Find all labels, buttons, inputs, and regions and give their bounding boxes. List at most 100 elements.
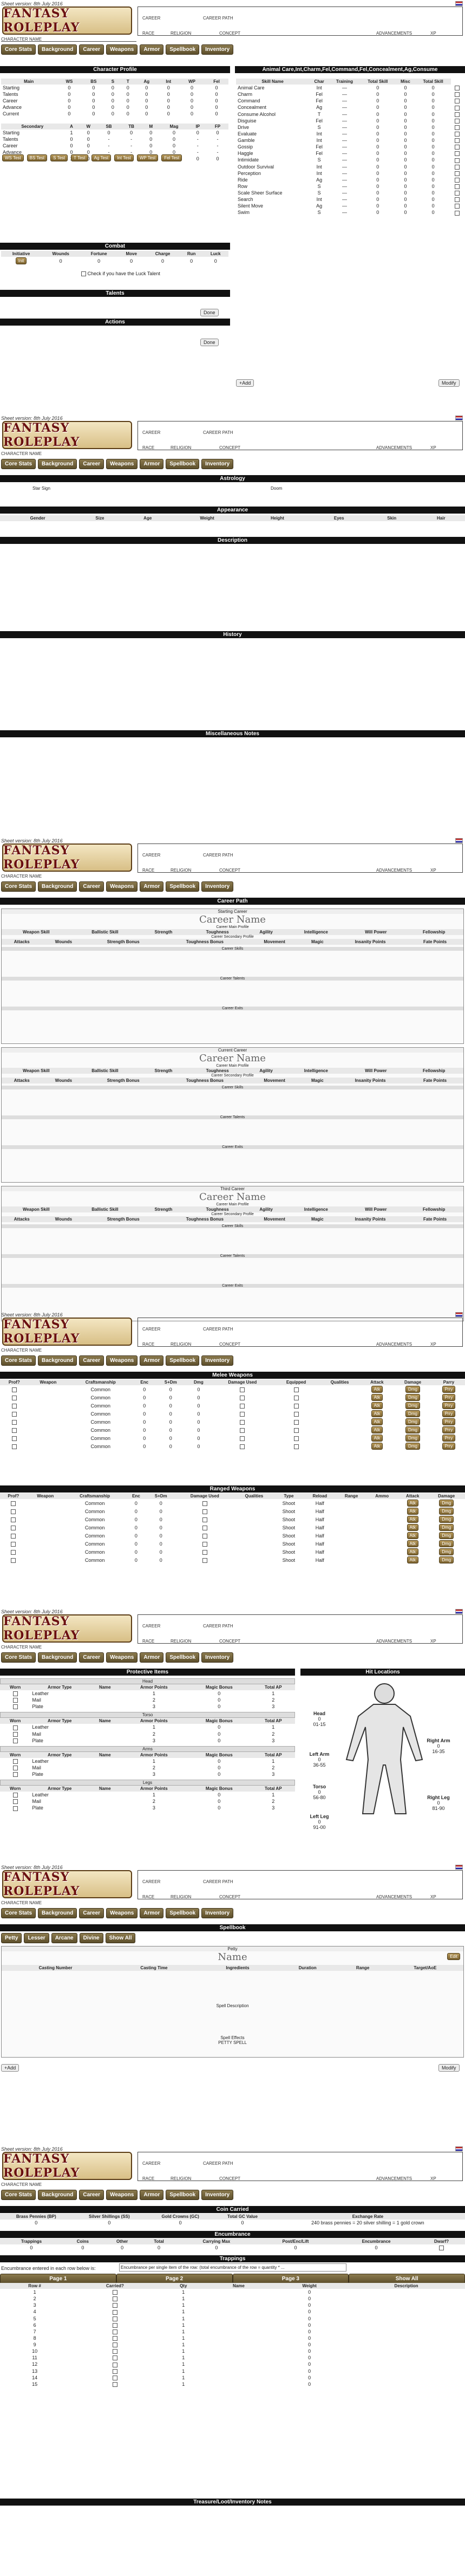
stat-cell[interactable]: -	[97, 142, 120, 149]
item-weight[interactable]: 0	[271, 2381, 348, 2387]
skill-value[interactable]: —	[329, 104, 360, 111]
qualities[interactable]	[234, 1507, 274, 1515]
worn-check[interactable]	[0, 1764, 30, 1771]
skill-value[interactable]: —	[329, 98, 360, 104]
s-dm[interactable]: 0	[147, 1556, 175, 1564]
skill-checkbox[interactable]	[455, 204, 460, 209]
craftsmanship[interactable]: Common	[68, 1393, 133, 1401]
s-dm[interactable]: 0	[147, 1548, 175, 1556]
item-name[interactable]	[206, 2368, 272, 2374]
dwarf-checkbox[interactable]	[439, 2246, 444, 2251]
craftsmanship[interactable]: Common	[64, 1548, 126, 1556]
qty[interactable]: 1	[161, 2322, 206, 2328]
stat-cell[interactable]: 0	[64, 142, 80, 149]
skill-value[interactable]: 0	[396, 164, 415, 170]
attack-button[interactable]: Atk	[371, 1394, 383, 1401]
equipped[interactable]	[273, 1442, 318, 1450]
combat-value[interactable]: 0	[180, 257, 203, 265]
skill-value[interactable]: 0	[396, 104, 415, 111]
dmg[interactable]: 0	[186, 1410, 212, 1418]
skill-value[interactable]: 0	[415, 91, 451, 98]
skill-checkbox[interactable]	[455, 99, 460, 104]
equipped[interactable]	[273, 1434, 318, 1442]
skill-value[interactable]: 0	[396, 98, 415, 104]
ammo[interactable]	[366, 1499, 397, 1507]
damage-used[interactable]	[175, 1540, 234, 1548]
enc[interactable]: 0	[133, 1393, 155, 1401]
tab-weapons[interactable]: Weapons	[106, 2190, 138, 2200]
enc[interactable]: 0	[133, 1410, 155, 1418]
attack-button[interactable]: Atk	[371, 1386, 383, 1393]
weapon-name[interactable]	[27, 1540, 64, 1548]
test-button[interactable]: WP Test	[136, 154, 159, 161]
test-button[interactable]: S Test	[50, 154, 68, 161]
skill-value[interactable]: 0	[396, 150, 415, 157]
damage-used[interactable]	[175, 1499, 234, 1507]
craftsmanship[interactable]: Common	[68, 1434, 133, 1442]
skill-value[interactable]: 0	[360, 183, 396, 190]
dmg[interactable]: 0	[186, 1426, 212, 1434]
carried-check[interactable]	[69, 2289, 161, 2295]
magic-bonus[interactable]: 0	[187, 1703, 251, 1710]
attack-button[interactable]: Atk	[407, 1524, 419, 1531]
qualities[interactable]	[319, 1418, 361, 1426]
prof-check[interactable]	[0, 1499, 27, 1507]
test-button[interactable]: BS Test	[27, 154, 48, 161]
luck-checkbox[interactable]	[81, 271, 86, 277]
tab-core-stats[interactable]: Core Stats	[1, 881, 36, 892]
range[interactable]	[336, 1556, 366, 1564]
damage-button[interactable]: Dmg	[405, 1402, 420, 1409]
parry-button[interactable]: Prry	[442, 1394, 456, 1401]
damage-used[interactable]	[211, 1401, 273, 1410]
item-description[interactable]	[348, 2368, 465, 2374]
item-name[interactable]	[206, 2381, 272, 2387]
stat-cell[interactable]: 0	[97, 129, 120, 136]
stat-cell[interactable]: 0	[135, 85, 158, 91]
magic-bonus[interactable]: 0	[187, 1805, 251, 1811]
stat-cell[interactable]: 0	[207, 155, 228, 162]
stat-cell[interactable]: 0	[205, 91, 228, 98]
worn-check[interactable]	[0, 1737, 30, 1744]
skill-value[interactable]: 0	[396, 124, 415, 131]
tab-armor[interactable]: Armor	[140, 459, 164, 469]
carried-check[interactable]	[69, 2308, 161, 2315]
stat-cell[interactable]: 0	[121, 104, 135, 111]
reload[interactable]: Half	[304, 1499, 336, 1507]
skill-value[interactable]: 0	[396, 144, 415, 150]
item-weight[interactable]: 0	[271, 2335, 348, 2341]
parry-button[interactable]: Prry	[442, 1435, 456, 1442]
item-weight[interactable]: 0	[271, 2348, 348, 2354]
item-name[interactable]	[206, 2335, 272, 2341]
carried-check[interactable]	[69, 2381, 161, 2387]
test-button[interactable]: WS Test	[2, 154, 24, 161]
carried-check[interactable]	[69, 2295, 161, 2302]
item-description[interactable]	[348, 2302, 465, 2308]
item-name[interactable]	[206, 2374, 272, 2381]
flag-icon[interactable]	[455, 416, 463, 420]
attack-button[interactable]: Atk	[371, 1426, 383, 1433]
tab-career[interactable]: Career	[79, 44, 104, 55]
skill-value[interactable]: 0	[415, 209, 451, 216]
magic-bonus[interactable]: 0	[187, 1731, 251, 1737]
skill-value[interactable]: 0	[396, 157, 415, 163]
carried-check[interactable]	[69, 2354, 161, 2361]
worn-check[interactable]	[0, 1703, 30, 1710]
item-name[interactable]	[206, 2289, 272, 2295]
qualities[interactable]	[234, 1540, 274, 1548]
tab-background[interactable]: Background	[38, 2190, 77, 2200]
weapon-name[interactable]	[27, 1556, 64, 1564]
qty[interactable]: 1	[161, 2381, 206, 2387]
damage-used[interactable]	[175, 1515, 234, 1523]
skill-checkbox[interactable]	[455, 105, 460, 111]
stat-cell[interactable]: -	[189, 142, 207, 149]
weapon-name[interactable]	[27, 1548, 64, 1556]
stat-cell[interactable]: 0	[56, 111, 82, 117]
skill-value[interactable]: 0	[415, 170, 451, 177]
skill-checkbox[interactable]	[455, 86, 460, 91]
carried-check[interactable]	[69, 2368, 161, 2374]
craftsmanship[interactable]: Common	[64, 1556, 126, 1564]
qualities[interactable]	[319, 1385, 361, 1393]
qualities[interactable]	[319, 1434, 361, 1442]
item-weight[interactable]: 0	[271, 2289, 348, 2295]
tab-inventory[interactable]: Inventory	[201, 1355, 234, 1366]
